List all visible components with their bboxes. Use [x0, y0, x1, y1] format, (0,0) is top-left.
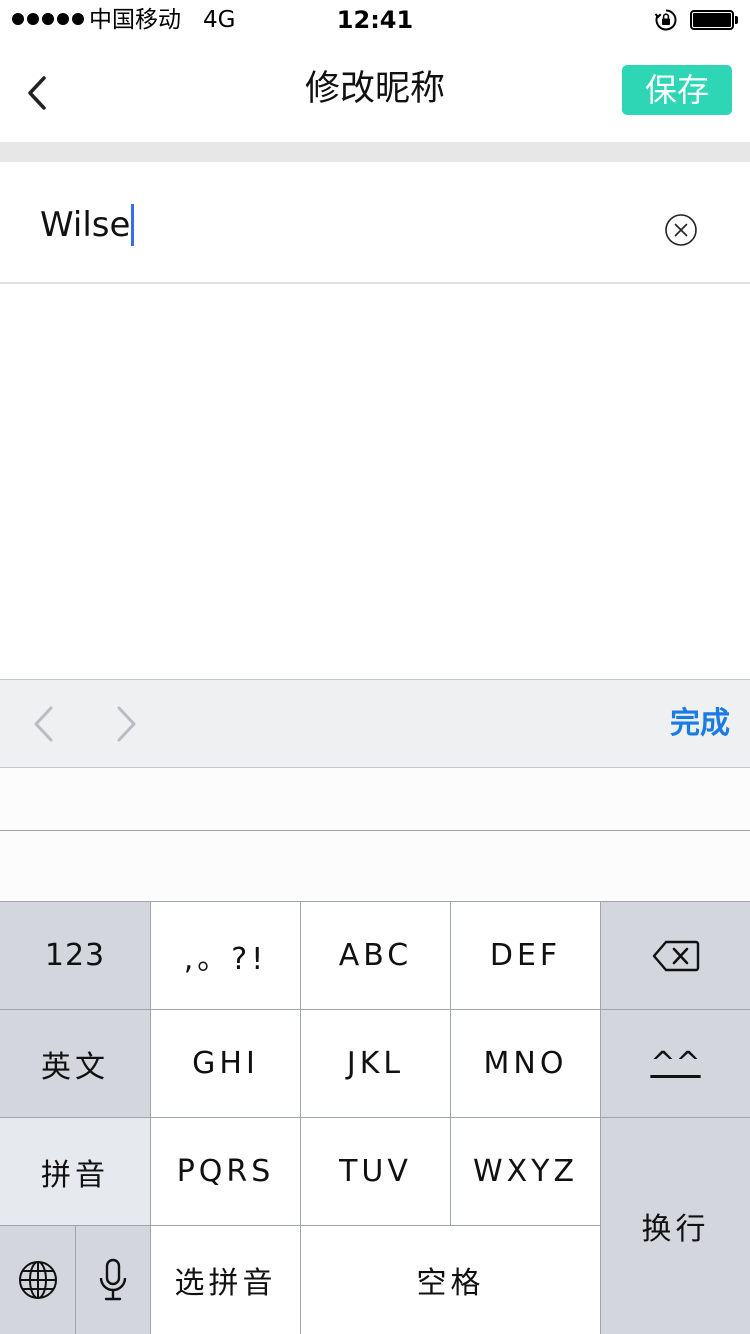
key-emoticon[interactable]: ^^	[601, 1010, 750, 1117]
clear-circle-icon	[665, 214, 697, 246]
status-time: 12:41	[336, 6, 414, 34]
key-label: WXYZ	[472, 1154, 579, 1189]
key-label: PQRS	[176, 1154, 275, 1189]
delete-key[interactable]	[601, 902, 750, 1009]
key-label: ABC	[338, 938, 413, 973]
key-label: MNO	[483, 1046, 568, 1081]
candidate-bar	[0, 831, 750, 901]
section-divider	[0, 142, 750, 162]
key-def[interactable]: DEF	[451, 902, 600, 1009]
key-pinyin[interactable]: 拼音	[0, 1118, 150, 1225]
globe-icon	[18, 1261, 57, 1299]
key-label: 123	[44, 938, 106, 973]
microphone-icon	[99, 1258, 127, 1301]
chevron-right-icon	[117, 706, 136, 742]
return-key[interactable]: 换行	[601, 1118, 750, 1334]
clear-button[interactable]	[664, 213, 698, 247]
text-caret	[131, 204, 135, 246]
nickname-input-row: Wilse	[0, 162, 750, 284]
key-punctuation[interactable]: ,。?!	[151, 902, 300, 1009]
space-key[interactable]: 空格	[301, 1226, 600, 1334]
key-label: ,。?!	[183, 941, 268, 977]
next-field-button[interactable]	[112, 702, 142, 746]
key-label: DEF	[489, 938, 562, 973]
key-label: 拼音	[41, 1157, 109, 1193]
nickname-field[interactable]: Wilse	[40, 204, 135, 246]
key-label: 换行	[641, 1212, 710, 1247]
nav-bar: 修改昵称 保存	[0, 40, 750, 142]
nickname-text: Wilse	[40, 205, 131, 245]
key-mno[interactable]: MNO	[451, 1010, 600, 1117]
key-label: 英文	[41, 1049, 109, 1085]
microphone-key[interactable]	[76, 1226, 150, 1334]
globe-key[interactable]	[0, 1226, 75, 1334]
key-tuv[interactable]: TUV	[301, 1118, 450, 1225]
key-english[interactable]: 英文	[0, 1010, 150, 1117]
key-label: 选拼音	[174, 1266, 277, 1301]
key-abc[interactable]: ABC	[301, 902, 450, 1009]
key-ghi[interactable]: GHI	[151, 1010, 300, 1117]
key-pqrs[interactable]: PQRS	[151, 1118, 300, 1225]
backspace-icon	[652, 940, 699, 971]
key-label: GHI	[192, 1046, 259, 1081]
previous-field-button[interactable]	[28, 702, 58, 746]
key-wxyz[interactable]: WXYZ	[451, 1118, 600, 1225]
done-button[interactable]: 完成	[660, 700, 740, 748]
key-label: 空格	[416, 1266, 485, 1301]
status-bar: 中国移动 4G 12:41	[0, 0, 750, 40]
key-label: ^^	[650, 1046, 701, 1081]
keyboard-accessory-bar: 完成	[0, 679, 750, 768]
key-label: TUV	[339, 1154, 412, 1189]
key-numbers[interactable]: 123	[0, 902, 150, 1009]
key-jkl[interactable]: JKL	[301, 1010, 450, 1117]
key-select-pinyin[interactable]: 选拼音	[151, 1226, 300, 1334]
rotation-lock-icon	[654, 9, 677, 31]
suggestion-bar	[0, 768, 750, 831]
key-label: JKL	[346, 1046, 405, 1081]
pinyin-9key-keyboard: 123 ,。?! ABC DEF 英文 GHI JKL MNO ^^ 拼音 PQ…	[0, 901, 750, 1334]
battery-full-icon	[690, 10, 738, 30]
chevron-left-icon	[34, 706, 53, 742]
save-button[interactable]: 保存	[622, 65, 732, 115]
